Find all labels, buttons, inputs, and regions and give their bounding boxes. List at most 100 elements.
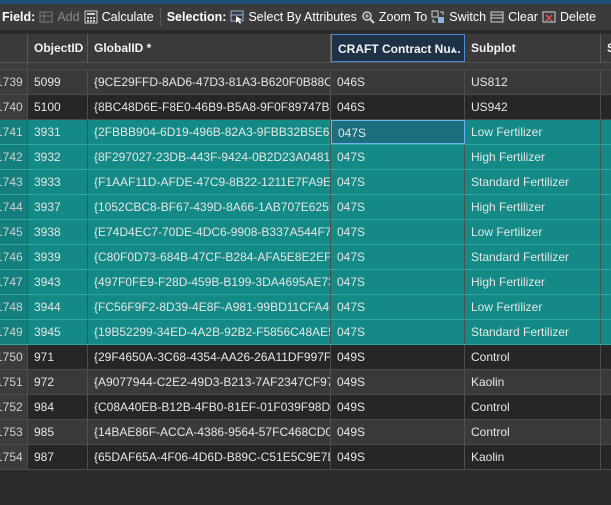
overflow-cell[interactable] — [601, 170, 611, 194]
subplot-cell[interactable]: High Fertilizer — [465, 195, 601, 219]
row-number[interactable]: 1751 — [0, 370, 28, 394]
globalid-cell[interactable]: {C08A40EB-B12B-4FB0-81EF-01F039F98D6F} — [88, 395, 331, 419]
overflow-cell[interactable] — [601, 145, 611, 169]
objectid-cell[interactable]: 3931 — [28, 120, 88, 144]
craft-contract-cell[interactable]: 049S — [331, 345, 465, 369]
table-row[interactable]: 17493945{19B52299-34ED-4A2B-92B2-F5856C4… — [0, 320, 611, 345]
table-row[interactable]: 17405100{8BC48D6E-F8E0-46B9-B5A8-9F0F897… — [0, 95, 611, 120]
globalid-cell[interactable]: {29F4650A-3C68-4354-AA26-26A11DF997F8} — [88, 345, 331, 369]
objectid-cell[interactable]: 971 — [28, 345, 88, 369]
objectid-cell[interactable]: 985 — [28, 420, 88, 444]
craft-contract-cell[interactable]: 047S — [331, 245, 465, 269]
column-header-craft-contract[interactable]: CRAFT Contract Nu... ▲ — [331, 34, 465, 62]
craft-contract-cell[interactable]: 047S — [331, 145, 465, 169]
table-row[interactable]: 17443937{1052CBC8-BF67-439D-8A66-1AB707E… — [0, 195, 611, 220]
globalid-cell[interactable]: {14BAE86F-ACCA-4386-9564-57FC468CD054} — [88, 420, 331, 444]
column-header-s[interactable]: S — [601, 34, 611, 62]
column-header-objectid[interactable]: ObjectID * — [28, 34, 88, 62]
row-number[interactable]: 1746 — [0, 245, 28, 269]
calculate-field-button[interactable]: Calculate — [82, 4, 156, 30]
table-row[interactable]: 1753985{14BAE86F-ACCA-4386-9564-57FC468C… — [0, 420, 611, 445]
overflow-cell[interactable] — [601, 95, 611, 119]
globalid-cell[interactable]: {F1AAF11D-AFDE-47C9-8B22-1211E7FA9EDC} — [88, 170, 331, 194]
globalid-cell[interactable]: {E74D4EC7-70DE-4DC6-9908-B337A544F786} — [88, 220, 331, 244]
column-header-globalid[interactable]: GlobalID * — [88, 34, 331, 62]
craft-contract-cell[interactable]: 047S — [331, 170, 465, 194]
globalid-cell[interactable]: {19B52299-34ED-4A2B-92B2-F5856C48AE5D} — [88, 320, 331, 344]
craft-contract-cell[interactable]: 047S — [331, 320, 465, 344]
table-row[interactable]: 17453938{E74D4EC7-70DE-4DC6-9908-B337A54… — [0, 220, 611, 245]
table-row[interactable]: 17423932{8F297027-23DB-443F-9424-0B2D23A… — [0, 145, 611, 170]
objectid-cell[interactable]: 3937 — [28, 195, 88, 219]
row-number[interactable]: 1744 — [0, 195, 28, 219]
objectid-cell[interactable]: 987 — [28, 445, 88, 469]
row-number[interactable]: 1750 — [0, 345, 28, 369]
table-row[interactable]: 1752984{C08A40EB-B12B-4FB0-81EF-01F039F9… — [0, 395, 611, 420]
table-row[interactable]: 17395099{9CE29FFD-8AD6-47D3-81A3-B620F0B… — [0, 70, 611, 95]
globalid-cell[interactable]: {1052CBC8-BF67-439D-8A66-1AB707E625F6} — [88, 195, 331, 219]
subplot-cell[interactable]: Control — [465, 345, 601, 369]
craft-contract-cell[interactable]: 049S — [331, 420, 465, 444]
row-number[interactable]: 1748 — [0, 295, 28, 319]
subplot-cell[interactable]: Low Fertilizer — [465, 220, 601, 244]
table-row[interactable]: 1754987{65DAF65A-4F06-4D6D-B89C-C51E5C9E… — [0, 445, 611, 470]
overflow-cell[interactable] — [601, 295, 611, 319]
row-number[interactable]: 1753 — [0, 420, 28, 444]
overflow-cell[interactable] — [601, 370, 611, 394]
subplot-cell[interactable]: Control — [465, 420, 601, 444]
objectid-cell[interactable]: 984 — [28, 395, 88, 419]
partial-row-top[interactable]: 1738 — [0, 63, 611, 70]
objectid-cell[interactable]: 3938 — [28, 220, 88, 244]
subplot-cell[interactable]: US812 — [465, 70, 601, 94]
globalid-cell[interactable]: {A9077944-C2E2-49D3-B213-7AF2347CF97E} — [88, 370, 331, 394]
overflow-cell[interactable] — [601, 70, 611, 94]
select-by-attributes-button[interactable]: Select By Attributes — [228, 4, 358, 30]
subplot-cell[interactable]: Standard Fertilizer — [465, 170, 601, 194]
objectid-cell[interactable]: 972 — [28, 370, 88, 394]
subplot-cell[interactable]: Low Fertilizer — [465, 120, 601, 144]
row-number[interactable]: 1752 — [0, 395, 28, 419]
row-number[interactable]: 1754 — [0, 445, 28, 469]
globalid-cell[interactable]: {C80F0D73-684B-47CF-B284-AFA5E8E2EF6C} — [88, 245, 331, 269]
objectid-cell[interactable]: 3933 — [28, 170, 88, 194]
craft-contract-cell[interactable]: 047S — [331, 220, 465, 244]
globalid-cell[interactable]: {497F0FE9-F28D-459B-B199-3DA4695AE733} — [88, 270, 331, 294]
row-number[interactable]: 1749 — [0, 320, 28, 344]
table-row[interactable]: 1751972{A9077944-C2E2-49D3-B213-7AF2347C… — [0, 370, 611, 395]
subplot-cell[interactable]: Low Fertilizer — [465, 295, 601, 319]
table-row[interactable]: 17483944{FC56F9F2-8D39-4E8F-A981-99BD11C… — [0, 295, 611, 320]
subplot-cell[interactable]: Standard Fertilizer — [465, 320, 601, 344]
overflow-cell[interactable] — [601, 320, 611, 344]
globalid-cell[interactable]: {65DAF65A-4F06-4D6D-B89C-C51E5C9E7D0A} — [88, 445, 331, 469]
table-row[interactable]: 17473943{497F0FE9-F28D-459B-B199-3DA4695… — [0, 270, 611, 295]
craft-contract-cell[interactable]: 049S — [331, 370, 465, 394]
overflow-cell[interactable] — [601, 245, 611, 269]
globalid-cell[interactable]: {2FBBB904-6D19-496B-82A3-9FBB32B5E632} — [88, 120, 331, 144]
table-row[interactable]: 17413931{2FBBB904-6D19-496B-82A3-9FBB32B… — [0, 120, 611, 145]
objectid-cell[interactable]: 5099 — [28, 70, 88, 94]
overflow-cell[interactable] — [601, 195, 611, 219]
overflow-cell[interactable] — [601, 395, 611, 419]
table-row[interactable]: 17463939{C80F0D73-684B-47CF-B284-AFA5E8E… — [0, 245, 611, 270]
table-row[interactable]: 17433933{F1AAF11D-AFDE-47C9-8B22-1211E7F… — [0, 170, 611, 195]
globalid-cell[interactable]: {FC56F9F2-8D39-4E8F-A981-99BD11CFA40A} — [88, 295, 331, 319]
subplot-cell[interactable]: Kaolin — [465, 445, 601, 469]
overflow-cell[interactable] — [601, 345, 611, 369]
row-number[interactable]: 1745 — [0, 220, 28, 244]
row-number[interactable]: 1747 — [0, 270, 28, 294]
table-row[interactable]: 1750971{29F4650A-3C68-4354-AA26-26A11DF9… — [0, 345, 611, 370]
switch-selection-button[interactable]: Switch — [429, 4, 488, 30]
craft-contract-cell[interactable]: 049S — [331, 445, 465, 469]
objectid-cell[interactable]: 3945 — [28, 320, 88, 344]
objectid-cell[interactable]: 3943 — [28, 270, 88, 294]
objectid-cell[interactable]: 3932 — [28, 145, 88, 169]
overflow-cell[interactable] — [601, 445, 611, 469]
subplot-cell[interactable]: US942 — [465, 95, 601, 119]
craft-contract-cell[interactable]: 047S — [331, 270, 465, 294]
craft-contract-cell[interactable]: 047S — [331, 120, 465, 144]
overflow-cell[interactable] — [601, 270, 611, 294]
clear-selection-button[interactable]: Clear — [488, 4, 540, 30]
delete-selection-button[interactable]: Delete — [540, 4, 598, 30]
row-number[interactable]: 1739 — [0, 70, 28, 94]
objectid-cell[interactable]: 5100 — [28, 95, 88, 119]
